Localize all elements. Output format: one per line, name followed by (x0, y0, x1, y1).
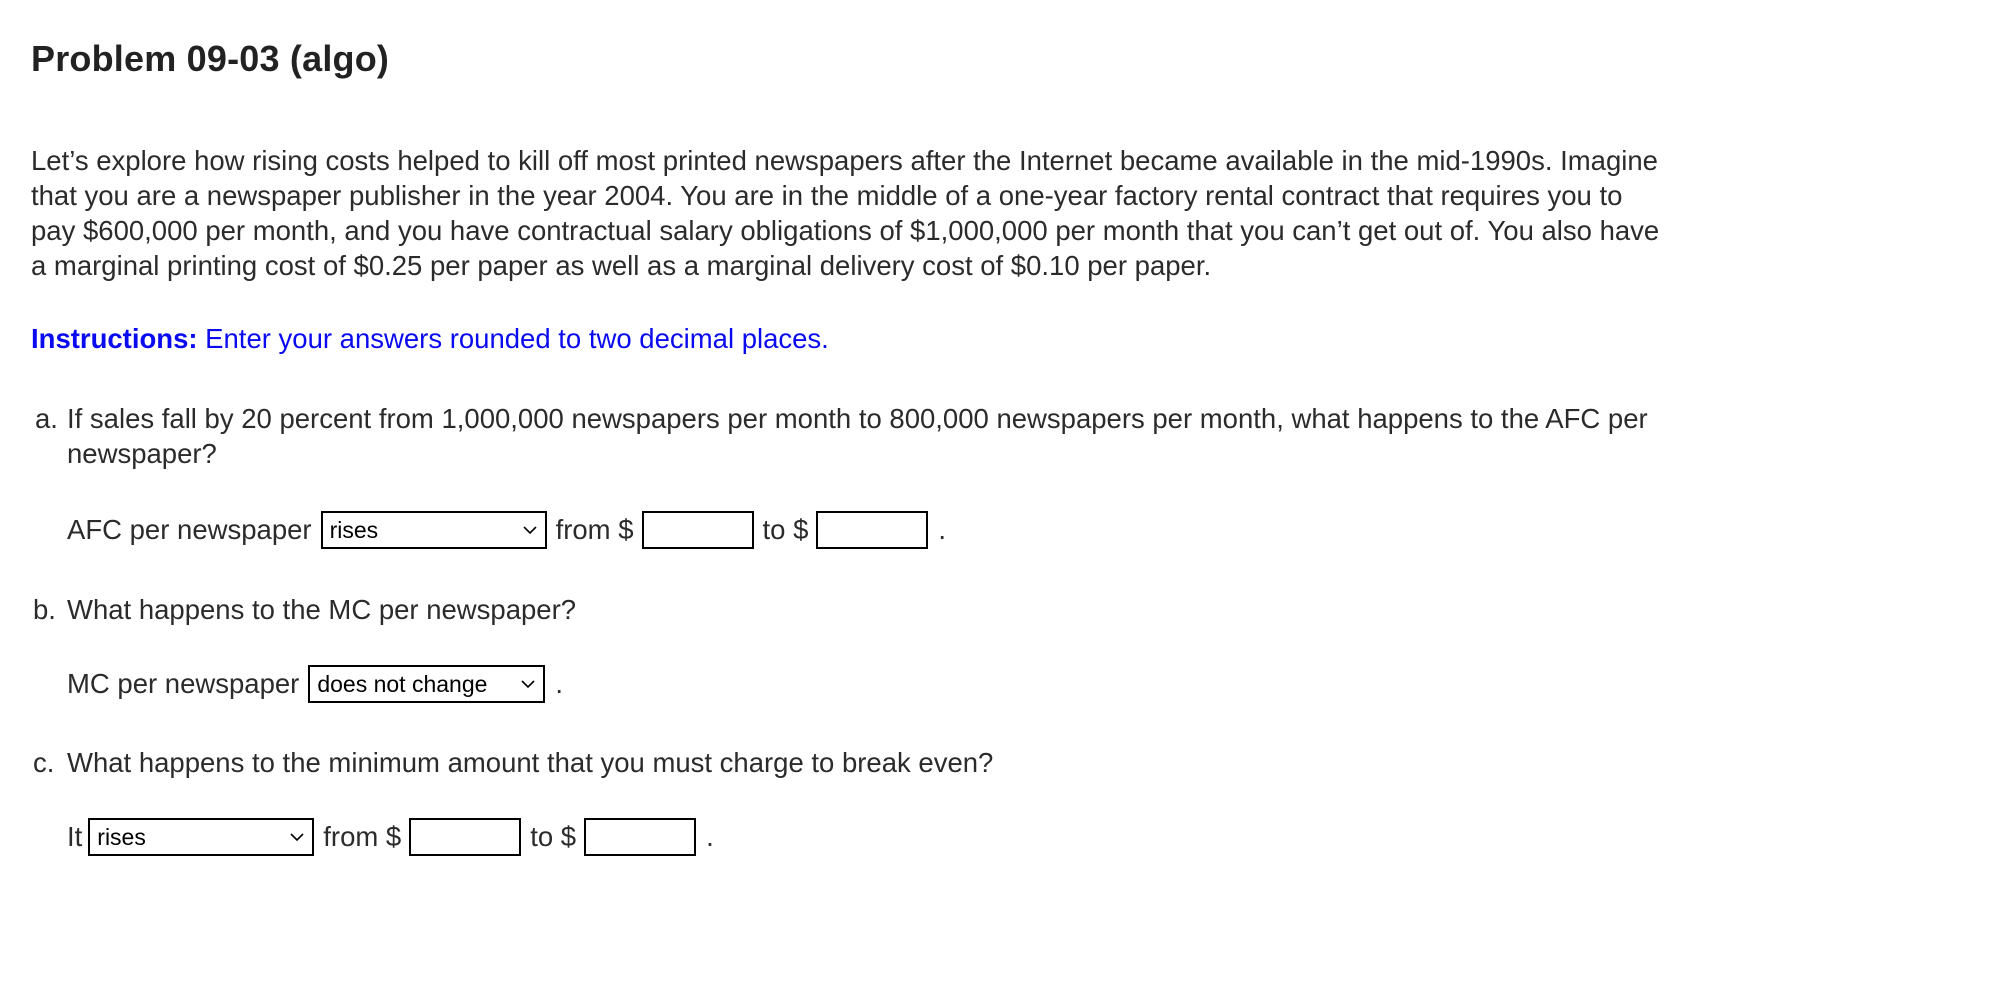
question-a-marker: a. (35, 403, 58, 434)
breakeven-to-label: to $ (530, 821, 577, 852)
instructions: Instructions: Enter your answers rounded… (31, 323, 829, 355)
page-title: Problem 09-03 (algo) (31, 38, 390, 79)
mc-direction-value: does not change (317, 670, 488, 697)
breakeven-label: It (67, 821, 83, 852)
breakeven-to-input[interactable] (584, 818, 697, 856)
afc-to-input[interactable] (816, 511, 929, 549)
question-c-marker: c. (33, 747, 55, 778)
afc-direction-select[interactable]: rises (320, 511, 547, 549)
instructions-label: Instructions: (31, 323, 198, 354)
question-c-text: What happens to the minimum amount that … (67, 747, 994, 778)
breakeven-period: . (706, 821, 714, 852)
intro-paragraph: Let’s explore how rising costs helped to… (31, 143, 1659, 283)
afc-to-label: to $ (762, 514, 809, 545)
answer-row-c: It rises from $ to $ . (67, 818, 714, 856)
question-b-text: What happens to the MC per newspaper? (67, 594, 577, 625)
mc-direction-select[interactable]: does not change (308, 665, 546, 703)
breakeven-direction-select[interactable]: rises (88, 818, 315, 856)
question-a-line: If sales fall by 20 percent from 1,000,0… (67, 403, 1648, 434)
instructions-text: Enter your answers rounded to two decima… (197, 323, 829, 354)
afc-from-label: from $ (555, 514, 634, 545)
chevron-down-icon (522, 526, 537, 535)
mc-period: . (555, 668, 563, 699)
question-b-marker: b. (33, 594, 56, 625)
mc-label: MC per newspaper (67, 668, 300, 699)
breakeven-from-input[interactable] (409, 818, 522, 856)
chevron-down-icon (521, 680, 535, 689)
breakeven-direction-value: rises (97, 823, 146, 850)
afc-from-input[interactable] (641, 511, 754, 549)
chevron-down-icon (290, 833, 304, 842)
intro-line: Let’s explore how rising costs helped to… (31, 145, 1658, 176)
answer-row-b: MC per newspaper does not change . (67, 665, 563, 703)
afc-label: AFC per newspaper (67, 514, 312, 545)
afc-period: . (938, 514, 947, 545)
answer-row-a: AFC per newspaper rises from $ to $ . (67, 511, 946, 549)
breakeven-from-label: from $ (323, 821, 402, 852)
intro-line: a marginal printing cost of $0.25 per pa… (31, 250, 1212, 281)
question-a-text: If sales fall by 20 percent from 1,000,0… (67, 401, 1648, 471)
intro-line: that you are a newspaper publisher in th… (31, 180, 1623, 211)
intro-line: pay $600,000 per month, and you have con… (31, 215, 1660, 246)
question-a-line: newspaper? (67, 438, 217, 469)
afc-direction-value: rises (329, 516, 379, 543)
